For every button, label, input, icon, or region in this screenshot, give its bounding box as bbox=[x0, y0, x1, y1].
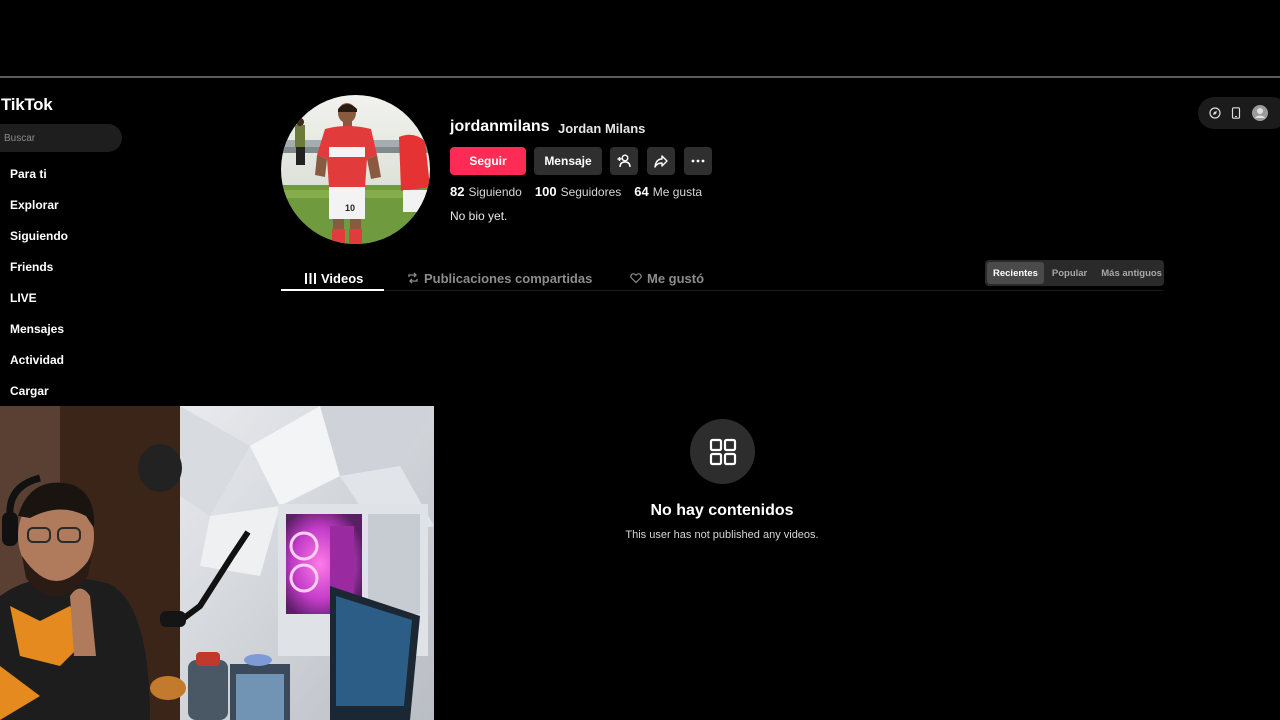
sidebar-item-explorar[interactable]: Explorar bbox=[10, 195, 68, 226]
sidebar-item-para-ti[interactable]: Para ti bbox=[10, 164, 68, 195]
avatar-photo: 10 bbox=[281, 95, 430, 244]
sort-recent[interactable]: Recientes bbox=[987, 262, 1044, 284]
sort-segmented-control: Recientes Popular Más antiguos bbox=[985, 260, 1164, 286]
tiktok-logo[interactable]: TikTok bbox=[1, 95, 53, 115]
followers-label: Seguidores bbox=[560, 185, 622, 199]
share-icon bbox=[654, 155, 668, 168]
more-icon bbox=[691, 159, 705, 163]
compass-icon[interactable] bbox=[1209, 107, 1221, 119]
empty-state-subtitle: This user has not published any videos. bbox=[625, 529, 819, 541]
profile-avatar[interactable]: 10 bbox=[281, 95, 430, 244]
sidebar-item-siguiendo[interactable]: Siguiendo bbox=[10, 226, 68, 257]
profile-bio: No bio yet. bbox=[450, 209, 508, 223]
share-button[interactable] bbox=[647, 147, 675, 175]
grid-icon bbox=[709, 438, 736, 465]
followers-stat[interactable]: 100 Seguidores bbox=[535, 184, 621, 199]
likes-stat: 64 Me gusta bbox=[634, 184, 702, 199]
message-button[interactable]: Mensaje bbox=[534, 147, 602, 175]
following-stat[interactable]: 82 Siguiendo bbox=[450, 184, 522, 199]
empty-state-title: No hay contenidos bbox=[650, 502, 794, 519]
tab-videos-label: Videos bbox=[321, 270, 364, 286]
tab-videos[interactable]: Videos bbox=[305, 266, 363, 290]
add-friend-button[interactable] bbox=[610, 147, 638, 175]
active-tab-indicator bbox=[281, 289, 384, 291]
profile-stats: 82 Siguiendo 100 Seguidores 64 Me gusta bbox=[450, 184, 702, 199]
tabs-divider bbox=[281, 290, 1163, 291]
likes-label: Me gusta bbox=[652, 185, 703, 199]
following-count: 82 bbox=[450, 184, 465, 199]
repost-icon bbox=[408, 272, 418, 284]
sort-oldest[interactable]: Más antiguos bbox=[1095, 262, 1168, 284]
videos-grid-icon bbox=[305, 272, 316, 284]
webcam-scene bbox=[0, 406, 434, 720]
user-avatar-icon[interactable] bbox=[1251, 104, 1269, 122]
tab-liked-label: Me gustó bbox=[647, 270, 705, 286]
followers-count: 100 bbox=[534, 184, 557, 199]
sort-popular[interactable]: Popular bbox=[1046, 262, 1093, 284]
follow-button[interactable]: Seguir bbox=[450, 147, 526, 175]
add-user-icon bbox=[617, 154, 631, 168]
empty-state-icon-wrap bbox=[690, 419, 755, 484]
tab-shared-posts-label: Publicaciones compartidas bbox=[424, 270, 593, 286]
top-divider bbox=[0, 76, 1280, 78]
search-input[interactable] bbox=[0, 124, 122, 152]
sidebar-item-mensajes[interactable]: Mensajes bbox=[10, 319, 68, 350]
webcam-overlay bbox=[0, 406, 434, 720]
tab-shared-posts[interactable]: Publicaciones compartidas bbox=[407, 266, 592, 290]
profile-username: jordanmilans bbox=[450, 118, 550, 135]
sidebar-item-actividad[interactable]: Actividad bbox=[10, 350, 68, 381]
heart-lock-icon bbox=[630, 273, 642, 284]
jersey-number: 10 bbox=[345, 203, 355, 213]
sidebar-nav: Para ti Explorar Siguiendo Friends LIVE … bbox=[10, 164, 68, 412]
floating-controls bbox=[1198, 97, 1280, 129]
profile-display-name: Jordan Milans bbox=[558, 121, 646, 136]
following-label: Siguiendo bbox=[468, 185, 522, 199]
browser-top-area bbox=[0, 0, 1280, 77]
sidebar-item-live[interactable]: LIVE bbox=[10, 288, 68, 319]
more-options-button[interactable] bbox=[684, 147, 712, 175]
sidebar-item-friends[interactable]: Friends bbox=[10, 257, 68, 288]
tab-liked[interactable]: Me gustó bbox=[630, 266, 704, 290]
likes-count: 64 bbox=[634, 184, 649, 199]
mobile-icon[interactable] bbox=[1231, 107, 1241, 119]
